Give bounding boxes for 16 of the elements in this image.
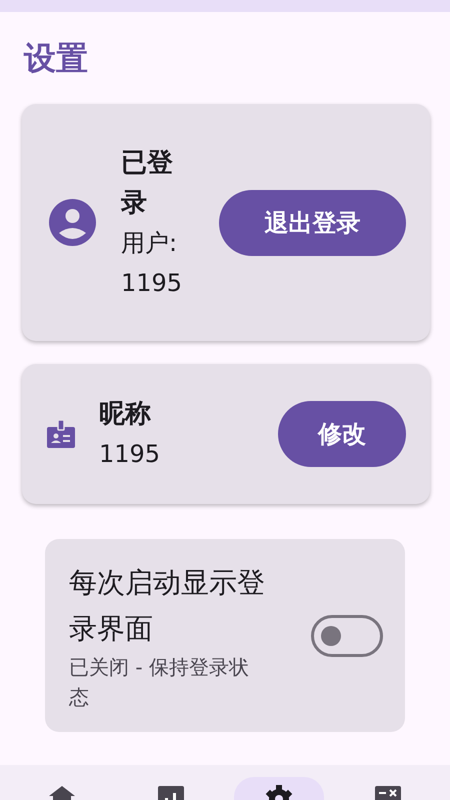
setting-subtitle: 已关闭 - 保持登录状态	[69, 654, 250, 710]
badge-icon	[47, 420, 75, 448]
nickname-label: 昵称	[99, 398, 152, 431]
nickname-value: 1195	[99, 439, 162, 470]
page-title: 设置	[22, 38, 89, 79]
settings-icon[interactable]	[264, 784, 294, 800]
account-icon	[49, 199, 96, 246]
toggle-switch[interactable]	[311, 614, 383, 656]
username-text: 用户: 1195	[121, 228, 184, 298]
chart-icon[interactable]	[158, 784, 184, 800]
logout-button[interactable]: 退出登录	[219, 190, 406, 256]
login-status: 已登录	[121, 146, 174, 220]
edit-button[interactable]: 修改	[278, 401, 406, 467]
calculator-icon[interactable]	[374, 784, 401, 800]
setting-title: 每次启动显示登录界面	[69, 564, 266, 646]
home-icon[interactable]	[47, 784, 78, 800]
